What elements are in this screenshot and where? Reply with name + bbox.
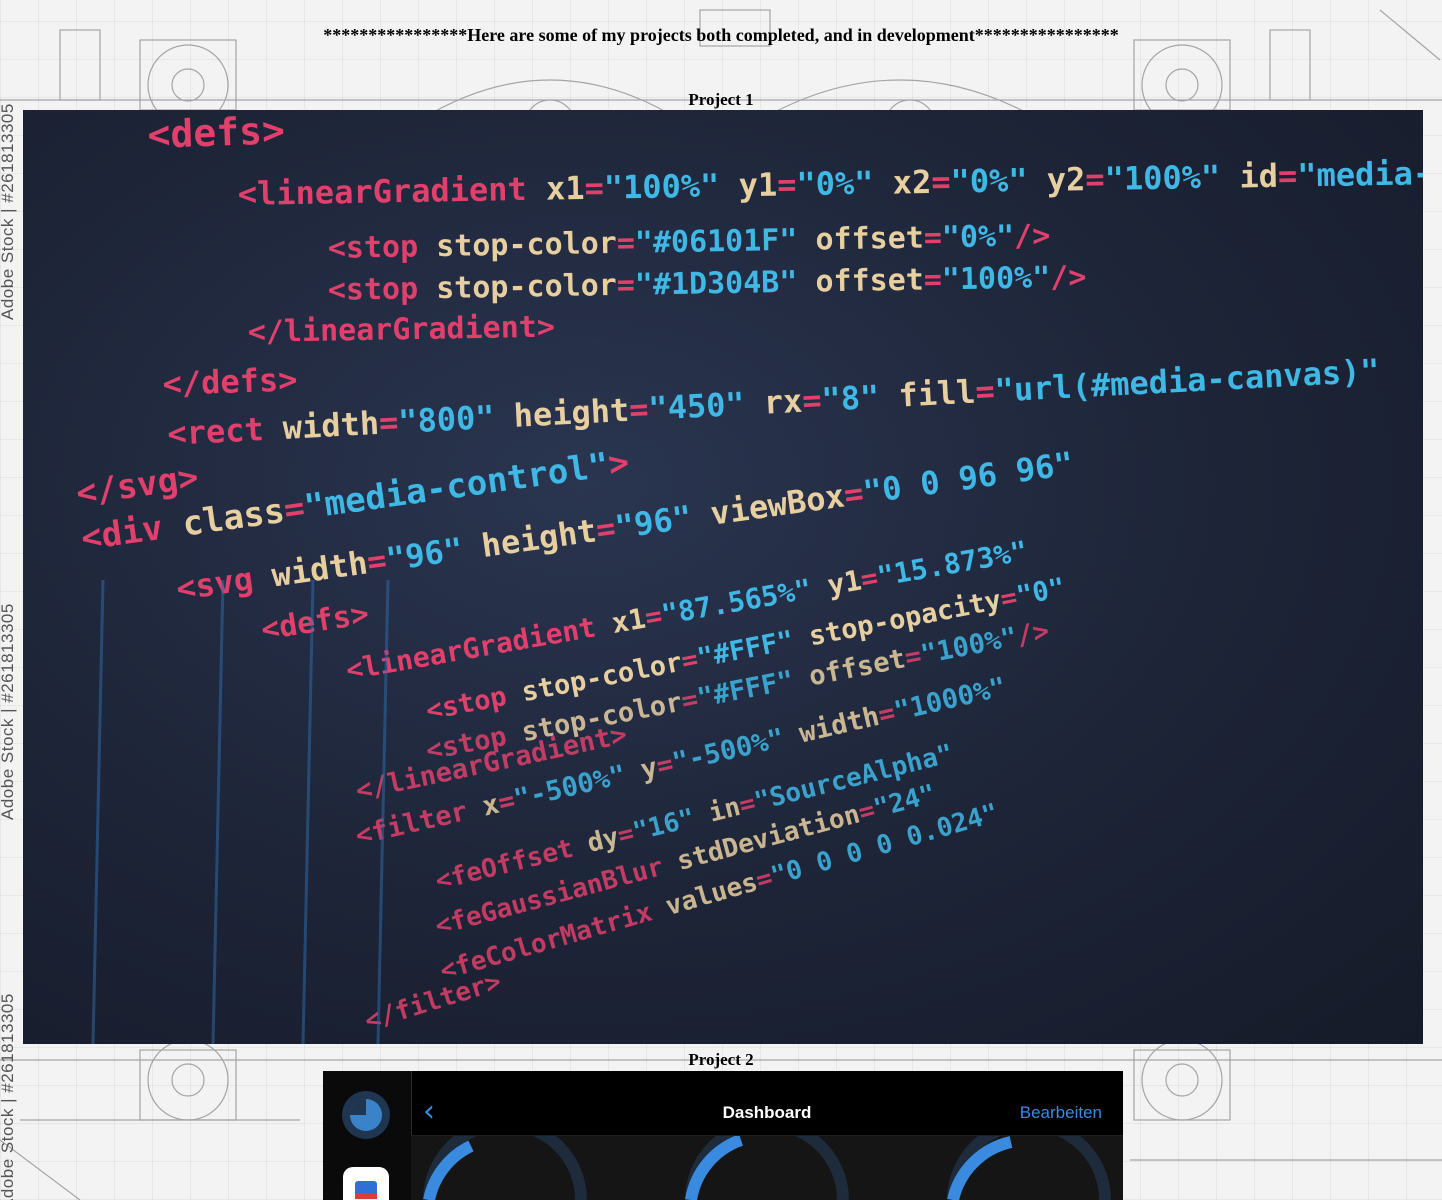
code-line: </defs> — [162, 360, 298, 403]
app-sidebar — [323, 1071, 412, 1200]
indent-guide — [91, 579, 105, 1044]
project-2-image[interactable]: ‹ Dashboard Bearbeiten — [323, 1071, 1123, 1200]
app-title: Dashboard — [722, 1103, 812, 1122]
gauge-arc — [423, 1140, 474, 1200]
gauge-track — [685, 1118, 849, 1200]
project-2-label: Project 2 — [688, 1050, 754, 1069]
code-line: <linearGradient x1="100%" y1="0%" x2="0%… — [237, 151, 1423, 213]
code-screenshot: <defs><linearGradient x1="100%" y1="0%" … — [74, 110, 1423, 1044]
watermark: Adobe Stock | #261813305 — [0, 603, 17, 820]
code-line: </linearGradient> — [248, 310, 556, 350]
gauge-arc — [685, 1134, 744, 1200]
edit-button[interactable]: Bearbeiten — [1020, 1103, 1102, 1123]
code-line: </filter> — [361, 967, 505, 1037]
project-1-label: Project 1 — [688, 90, 754, 109]
watermark: Adobe Stock | #261813305 — [0, 993, 17, 1200]
gauge-arc — [947, 1136, 1013, 1200]
code-line: <rect width="800" height="450" rx="8" fi… — [166, 352, 1380, 453]
project-1-image[interactable]: <defs> <linearGradient x1="100%" y1="0%" … — [23, 110, 1423, 1044]
watermark: Adobe Stock | #261813305 — [0, 103, 17, 320]
gauge-track — [423, 1118, 587, 1200]
indent-guide — [301, 579, 315, 1044]
page-heading: ****************Here are some of my proj… — [323, 25, 1119, 45]
indent-guide — [211, 579, 225, 1044]
code-line: <stop stop-color="#1D304B" offset="100%"… — [328, 260, 1087, 308]
gauge-row — [423, 1118, 1111, 1200]
code-line: <defs> — [259, 596, 372, 648]
code-line: <stop stop-color="#06101F" offset="0%"/> — [328, 218, 1051, 266]
app-tile-icon[interactable] — [343, 1167, 389, 1200]
app-logo-icon[interactable] — [342, 1091, 390, 1139]
dashboard-content — [411, 1118, 1123, 1200]
code-line: <defs> — [147, 110, 286, 157]
